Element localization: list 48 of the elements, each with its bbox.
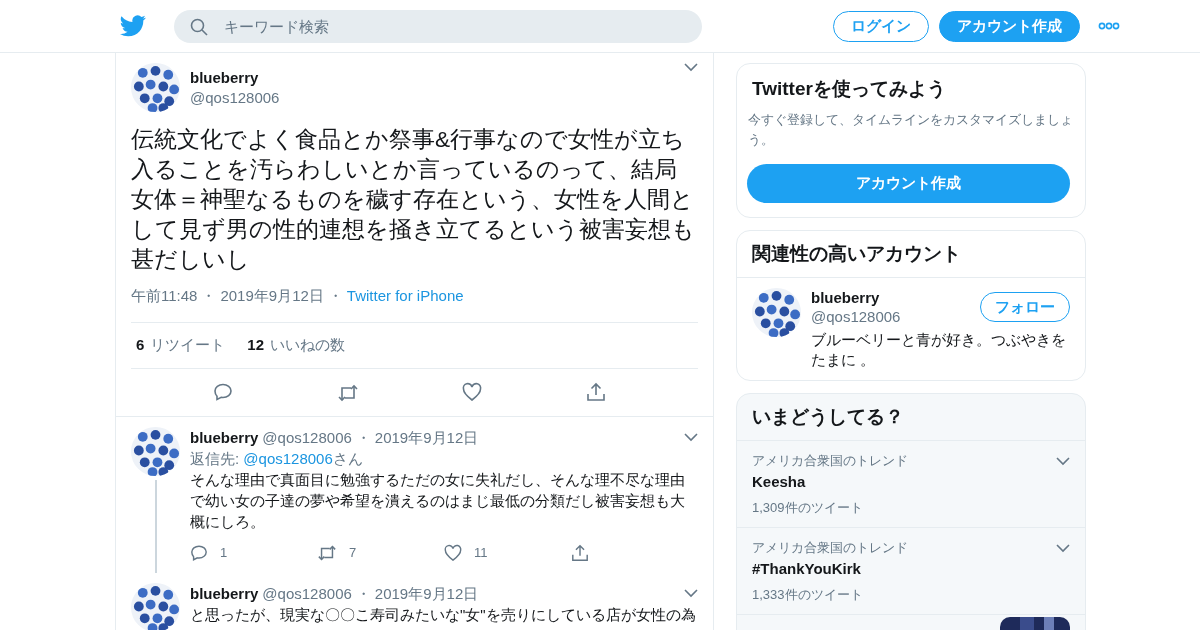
separator-dot: ・ bbox=[327, 287, 343, 306]
tweet-text: 伝統文化でよく食品とか祭事&行事なので女性が立ち入ることを汚らわしいとか言っているのって、結局女体＝神聖なるものを穢す存在という、女性を人間として見ず男の性的連想を掻き立てるという被害妄想も甚だしいし bbox=[131, 126, 696, 274]
user-handle[interactable]: @qos128006 bbox=[262, 427, 352, 448]
reply-text: と思ったが、現実な〇〇こ寿司みたいな"女"を売りにしている店が女性の為 bbox=[190, 605, 697, 625]
login-button[interactable]: ログイン bbox=[833, 10, 929, 42]
user-name[interactable]: blueberry bbox=[811, 289, 880, 306]
signup-button[interactable]: アカウント作成 bbox=[747, 164, 1070, 203]
tweet-count: 1,333件のツイート bbox=[752, 586, 864, 604]
reply-text: そんな理由で真面目に勉強するただの女に失礼だし、そんな理不尽な理由で幼い女の子達の夢や希望を潰えるのはまじ最低の分類だし被害妄想も大概にしろ。 bbox=[190, 470, 686, 532]
user-name[interactable]: blueberry bbox=[190, 427, 259, 448]
reply-count: 1 bbox=[220, 544, 228, 562]
trend-item[interactable]: アメリカ合衆国のトレンド #ThankYouKirk 1,333件のツイート bbox=[737, 527, 1085, 614]
reply-to-label: 返信先: bbox=[190, 450, 240, 467]
search-field[interactable]: キーワード検索 bbox=[174, 9, 702, 43]
user-name[interactable]: blueberry bbox=[190, 583, 259, 604]
card-title: いまどうしてる？ bbox=[752, 405, 905, 429]
mention-link[interactable]: @qos128006 bbox=[243, 450, 333, 467]
separator-dot: ・ bbox=[355, 584, 371, 604]
card-title: Twitterを使ってみよう bbox=[752, 77, 947, 101]
trend-name[interactable]: #ThankYouKirk bbox=[752, 558, 1070, 580]
trend-name[interactable]: Keesha bbox=[752, 471, 1070, 493]
source-link[interactable]: Twitter for iPhone bbox=[346, 287, 464, 306]
separator-dot: ・ bbox=[201, 287, 217, 306]
stat-label[interactable]: リツイート bbox=[150, 336, 226, 355]
user-name[interactable]: blueberry bbox=[190, 68, 674, 88]
stat-count[interactable]: 12 bbox=[247, 336, 265, 355]
stat-label[interactable]: いいねの数 bbox=[270, 336, 346, 355]
tweet-count: 1,309件のツイート bbox=[752, 499, 864, 517]
card-title: 関連性の高いアカウント bbox=[752, 242, 962, 266]
signup-button[interactable]: アカウント作成 bbox=[939, 10, 1080, 42]
tweet-date[interactable]: 2019年9月12日 bbox=[374, 583, 479, 604]
user-handle[interactable]: @qos128006 bbox=[190, 88, 674, 108]
retweet-count: 7 bbox=[349, 544, 357, 562]
card-description: 今すぐ登録して、タイムラインをカスタマイズしましょう。 bbox=[748, 111, 1074, 149]
separator-dot: ・ bbox=[355, 428, 371, 448]
trend-context: アメリカ合衆国のトレンド bbox=[752, 539, 908, 557]
trend-context: アメリカ合衆国のトレンド bbox=[752, 452, 908, 470]
tweet-time: 午前11:48 bbox=[131, 287, 198, 306]
user-handle[interactable]: @qos128006 bbox=[811, 308, 901, 325]
stat-count[interactable]: 6 bbox=[136, 336, 145, 355]
like-count: 11 bbox=[474, 544, 488, 562]
user-handle[interactable]: @qos128006 bbox=[262, 583, 352, 604]
user-bio: ブルーベリーと青が好き。つぶやきをたまに 。 bbox=[811, 330, 1067, 370]
trend-item[interactable]: アメリカ合衆国のトレンド Keesha 1,309件のツイート bbox=[737, 440, 1085, 527]
honorific-text: さん bbox=[332, 450, 363, 467]
tweet-date: 2019年9月12日 bbox=[220, 287, 324, 306]
follow-button[interactable]: フォロー bbox=[980, 292, 1070, 322]
tweet-date[interactable]: 2019年9月12日 bbox=[374, 427, 479, 448]
